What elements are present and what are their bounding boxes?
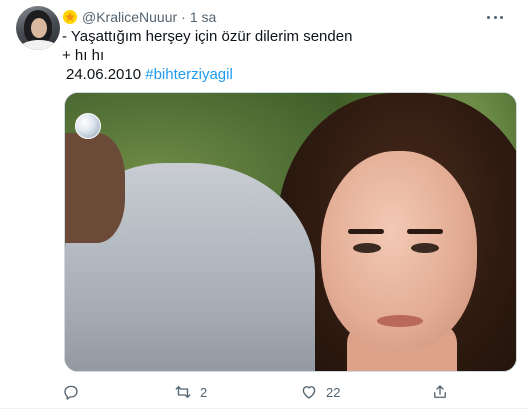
more-options-icon[interactable] (484, 8, 506, 26)
separator-dot: · (181, 9, 186, 25)
reply-icon (64, 385, 78, 400)
tweet-timestamp[interactable]: 1 sa (190, 9, 216, 25)
tweet-text-line-1: - Yaşattığım herşey için özür dilerim se… (62, 28, 353, 45)
tweet-media-image[interactable] (64, 92, 517, 372)
media-left-brow (348, 229, 384, 234)
user-handle[interactable]: @KraliceNuuur (82, 9, 177, 25)
media-man-head (65, 133, 125, 243)
media-right-brow (407, 229, 443, 234)
heart-icon (302, 386, 316, 399)
tweet-text-line-3: 24.06.2010 #bihterziyagil (62, 65, 233, 84)
tweet-date-text: 24.06.2010 (66, 66, 142, 83)
retweet-count: 2 (200, 384, 208, 400)
share-icon (434, 385, 446, 398)
star-badge-icon (62, 9, 78, 25)
like-button[interactable]: 22 (300, 382, 340, 402)
like-count: 22 (326, 384, 341, 400)
kanal-d-logo-icon (75, 113, 101, 139)
tweet[interactable]: @KraliceNuuur · 1 sa - Yaşattığım herşey… (0, 0, 529, 409)
tweet-text-line-2: + hı hı (62, 47, 105, 64)
avatar-face (31, 18, 47, 38)
reply-button[interactable] (62, 382, 88, 402)
avatar[interactable] (16, 6, 60, 50)
media-lips (377, 315, 423, 327)
hashtag-link[interactable]: #bihterziyagil (145, 66, 233, 83)
tweet-header: @KraliceNuuur · 1 sa (62, 8, 216, 26)
avatar-shoulder (20, 40, 58, 50)
retweet-button[interactable]: 2 (174, 382, 207, 402)
retweet-icon (175, 386, 191, 398)
tweet-actions: 2 22 (62, 382, 452, 402)
share-button[interactable] (431, 382, 457, 402)
media-right-eye (411, 243, 439, 253)
media-left-eye (353, 243, 381, 253)
